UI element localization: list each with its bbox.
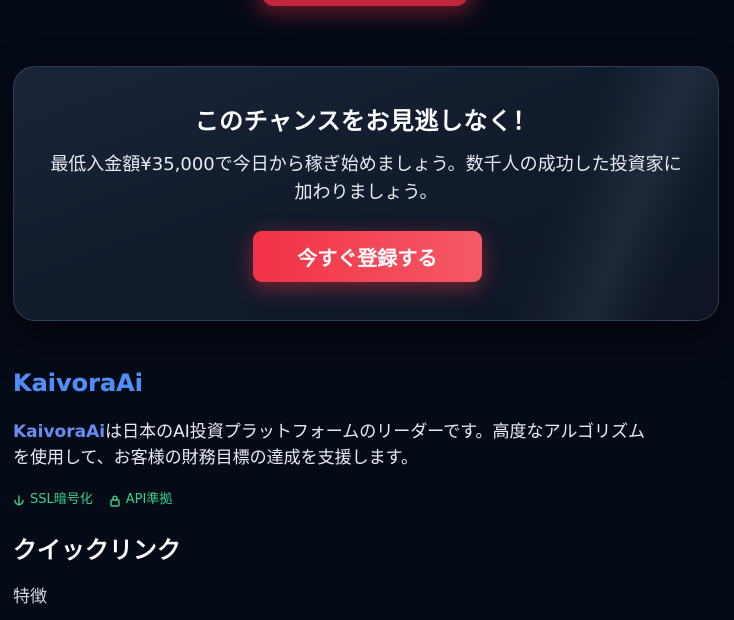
cta-card: このチャンスをお見逃しなく！ 最低入金額¥35,000で今日から稼ぎ始めましょう… bbox=[13, 66, 719, 321]
cta-description: 最低入金額¥35,000で今日から稼ぎ始めましょう。数千人の成功した投資家に加わ… bbox=[50, 154, 682, 203]
brand-inline-name: KaivoraAi bbox=[13, 422, 106, 442]
api-badge: API準拠 bbox=[109, 490, 173, 510]
ssl-badge-label: SSL暗号化 bbox=[30, 492, 93, 507]
lock-icon bbox=[109, 494, 121, 507]
quick-link-features[interactable]: 特徴 bbox=[13, 584, 47, 610]
brand-title: KaivoraAi bbox=[13, 366, 143, 400]
brand-description-text: は日本のAI投資プラットフォームのリーダーです。高度なアルゴリズムを使用して、お… bbox=[13, 422, 645, 468]
api-badge-label: API準拠 bbox=[125, 492, 173, 507]
quick-links-heading: クイックリンク bbox=[13, 536, 181, 564]
top-button-glow bbox=[262, 0, 468, 6]
register-now-button[interactable]: 今すぐ登録する bbox=[253, 231, 482, 282]
page: このチャンスをお見逃しなく！ 最低入金額¥35,000で今日から稼ぎ始めましょう… bbox=[0, 0, 734, 620]
security-badges: SSL暗号化 API準拠 bbox=[13, 490, 172, 510]
ssl-badge: SSL暗号化 bbox=[13, 490, 93, 510]
shield-icon bbox=[13, 494, 25, 507]
cta-title: このチャンスをお見逃しなく！ bbox=[194, 107, 538, 135]
brand-description: KaivoraAiは日本のAI投資プラットフォームのリーダーです。高度なアルゴリ… bbox=[13, 419, 653, 471]
